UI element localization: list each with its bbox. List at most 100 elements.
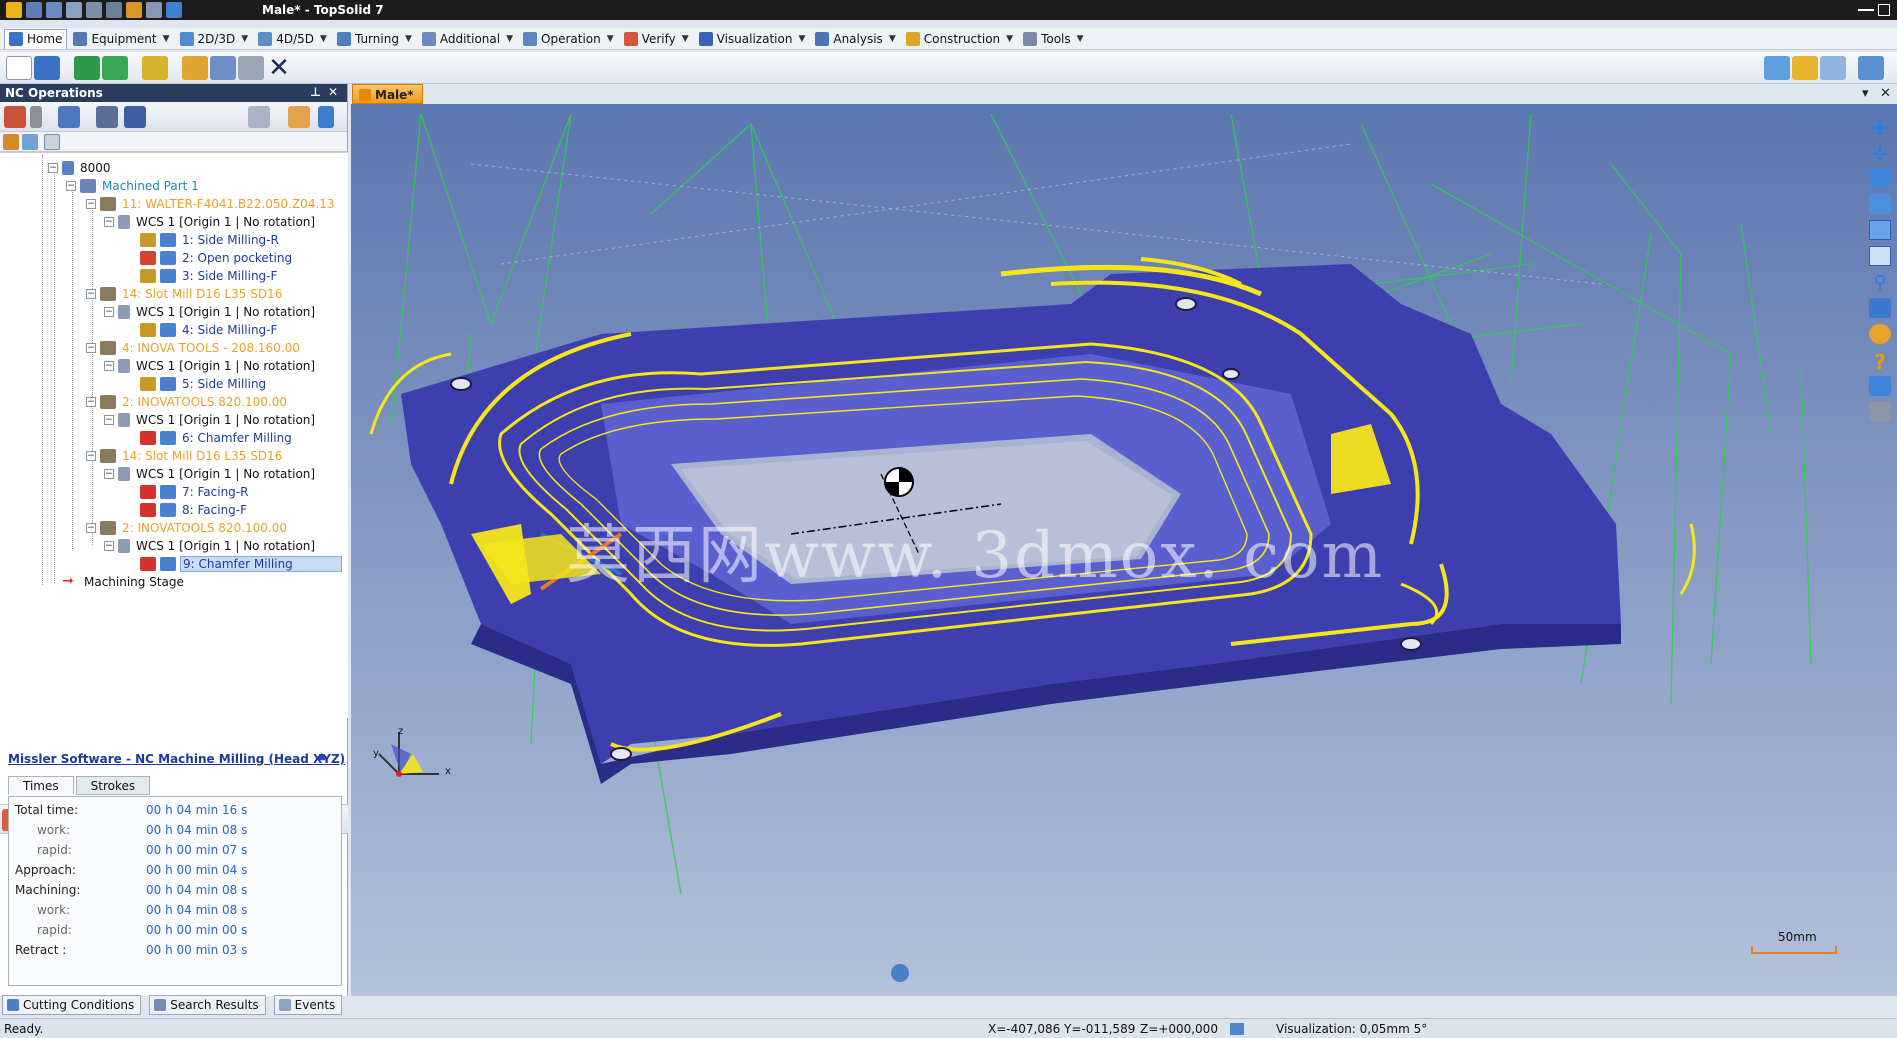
collapse-icon[interactable]: − <box>86 199 96 209</box>
collapse-icon[interactable]: − <box>86 397 96 407</box>
list-view-icon[interactable] <box>44 134 60 150</box>
tree-node-tool[interactable]: −14: Slot Mill D16 L35 SD16 <box>86 285 284 303</box>
tree-node-tool[interactable]: −14: Slot Mill D16 L35 SD16 <box>86 447 284 465</box>
save-icon[interactable] <box>26 2 42 18</box>
view-menu-icon[interactable]: ▾ <box>1862 86 1869 101</box>
collapse-icon[interactable]: − <box>104 469 114 479</box>
section-icon[interactable] <box>1869 402 1891 422</box>
minimize-button[interactable] <box>1858 1 1874 11</box>
menu-operation[interactable]: Operation ▼ <box>519 29 618 49</box>
menu-4d5d[interactable]: 4D/5D ▼ <box>254 29 331 49</box>
tree-node-operation[interactable]: 5: Side Milling <box>140 375 268 393</box>
pan-icon[interactable]: ✛ <box>1869 142 1891 166</box>
tree-node-part[interactable]: − Machined Part 1 <box>66 177 201 195</box>
simulate-icon[interactable] <box>124 106 146 128</box>
collapse-icon[interactable]: − <box>86 451 96 461</box>
history-icon[interactable] <box>1820 56 1846 80</box>
tree-node-wcs[interactable]: − WCS 1 [Origin 1 | No rotation] <box>104 213 317 231</box>
menu-additional[interactable]: Additional ▼ <box>418 29 517 49</box>
grid-icon[interactable] <box>288 106 310 128</box>
expand-icon[interactable] <box>22 134 38 150</box>
tree-node-wcs[interactable]: − WCS 1 [Origin 1 | No rotation] <box>104 303 317 321</box>
menu-2d3d[interactable]: 2D/3D ▼ <box>176 29 253 49</box>
tree-node-operation[interactable]: 2: Open pocketing <box>140 249 294 267</box>
collapse-icon[interactable]: − <box>104 307 114 317</box>
delete-icon[interactable]: ✕ <box>266 55 292 81</box>
tree-node-operation[interactable]: 6: Chamfer Milling <box>140 429 294 447</box>
chain-icon[interactable] <box>1792 56 1818 80</box>
tree-node-tool[interactable]: −4: INOVA TOOLS - 208.160.00 <box>86 339 302 357</box>
magnify-icon[interactable]: ⚲ <box>1869 272 1891 293</box>
tree-node-wcs[interactable]: − WCS 1 [Origin 1 | No rotation] <box>104 537 317 555</box>
options-icon[interactable] <box>1858 56 1884 80</box>
tab-events[interactable]: Events <box>273 995 343 1015</box>
copy-icon[interactable] <box>210 56 236 80</box>
sort-icon[interactable] <box>318 106 334 128</box>
print-icon[interactable] <box>66 2 82 18</box>
add-machining-icon[interactable] <box>102 56 128 80</box>
menu-home[interactable]: Home <box>4 28 68 49</box>
menu-visualization[interactable]: Visualization ▼ <box>695 29 810 49</box>
tree-node-operation[interactable]: 3: Side Milling-F <box>140 267 279 285</box>
zoom-window-icon[interactable] <box>1869 246 1891 266</box>
pin-icon[interactable]: ⊥ <box>310 85 321 99</box>
collapse-icon[interactable]: − <box>86 289 96 299</box>
menu-construction[interactable]: Construction ▼ <box>902 29 1017 49</box>
tree-node-tool[interactable]: −2: INOVATOOLS 820.100.00 <box>86 393 289 411</box>
cube-view-icon[interactable] <box>1869 298 1891 318</box>
tab-search-results[interactable]: Search Results <box>149 995 266 1015</box>
layout-icon[interactable] <box>1869 220 1891 240</box>
view-icon[interactable] <box>1869 194 1891 214</box>
collapse-icon[interactable]: − <box>86 523 96 533</box>
animation-icon[interactable] <box>891 964 909 982</box>
export-icon[interactable] <box>166 2 182 18</box>
redo-icon[interactable] <box>106 2 122 18</box>
open-icon[interactable] <box>126 2 142 18</box>
tab-times[interactable]: Times <box>8 776 74 795</box>
tree-node-operation[interactable]: 4: Side Milling-F <box>140 321 279 339</box>
tree-node-tool[interactable]: −11: WALTER-F4041.B22.050.Z04.13 <box>86 195 337 213</box>
collapse-icon[interactable]: − <box>104 361 114 371</box>
zoom-in-icon[interactable]: ✚ <box>1869 116 1891 140</box>
collapse-icon[interactable]: − <box>48 163 58 173</box>
paste-icon[interactable] <box>238 56 264 80</box>
collapse-icon[interactable]: − <box>86 343 96 353</box>
tree-node-operation-selected[interactable]: 9: Chamfer Milling <box>140 555 342 573</box>
tree-node-tool[interactable]: −2: INOVATOOLS 820.100.00 <box>86 519 289 537</box>
machine-icon[interactable] <box>4 106 26 128</box>
tree-node-wcs[interactable]: − WCS 1 [Origin 1 | No rotation] <box>104 411 317 429</box>
collapse-icon[interactable]: − <box>104 541 114 551</box>
3d-viewport[interactable]: 莫西网www. 3dmox. com z y x 50mm ✚ ✛ ⚲ ? <box>351 104 1897 996</box>
tree-node-wcs[interactable]: − WCS 1 [Origin 1 | No rotation] <box>104 465 317 483</box>
tree-node-stage[interactable]: ➞ Machining Stage <box>62 573 186 591</box>
topsolid-logo-icon[interactable] <box>6 2 22 18</box>
menu-analysis[interactable]: Analysis ▼ <box>811 29 899 49</box>
collapse-icon[interactable]: − <box>66 181 76 191</box>
tab-cutting-conditions[interactable]: Cutting Conditions <box>2 995 142 1015</box>
document-tab[interactable]: Male* <box>352 84 423 104</box>
menu-equipment[interactable]: Equipment ▼ <box>69 29 173 49</box>
camera-icon[interactable] <box>1869 376 1891 396</box>
regenerate-icon[interactable] <box>142 56 168 80</box>
link-icon[interactable] <box>1764 56 1790 80</box>
tree-node-operation[interactable]: 7: Facing-R <box>140 483 250 501</box>
collapse-icon[interactable]: − <box>104 217 114 227</box>
close-view-icon[interactable]: ✕ <box>1880 86 1891 101</box>
help-icon[interactable]: ? <box>1869 350 1891 374</box>
menu-turning[interactable]: Turning ▼ <box>333 29 416 49</box>
menu-verify[interactable]: Verify ▼ <box>620 29 693 49</box>
tab-strokes[interactable]: Strokes <box>75 776 151 795</box>
collapse-icon[interactable]: − <box>104 415 114 425</box>
close-icon[interactable]: ✕ <box>328 85 338 99</box>
fixture-icon[interactable] <box>58 106 80 128</box>
tree-node-wcs[interactable]: − WCS 1 [Origin 1 | No rotation] <box>104 357 317 375</box>
visualization-icon[interactable] <box>1230 1023 1244 1035</box>
color-palette-icon[interactable] <box>1869 324 1891 344</box>
menu-tools[interactable]: Tools ▼ <box>1019 29 1087 49</box>
tree-node-operation[interactable]: 8: Facing-F <box>140 501 249 519</box>
open-document-icon[interactable] <box>34 56 60 80</box>
tool-icon[interactable] <box>30 106 42 128</box>
new-document-icon[interactable] <box>6 56 32 80</box>
filter-icon[interactable] <box>3 134 19 150</box>
print-setup-icon[interactable] <box>96 106 118 128</box>
